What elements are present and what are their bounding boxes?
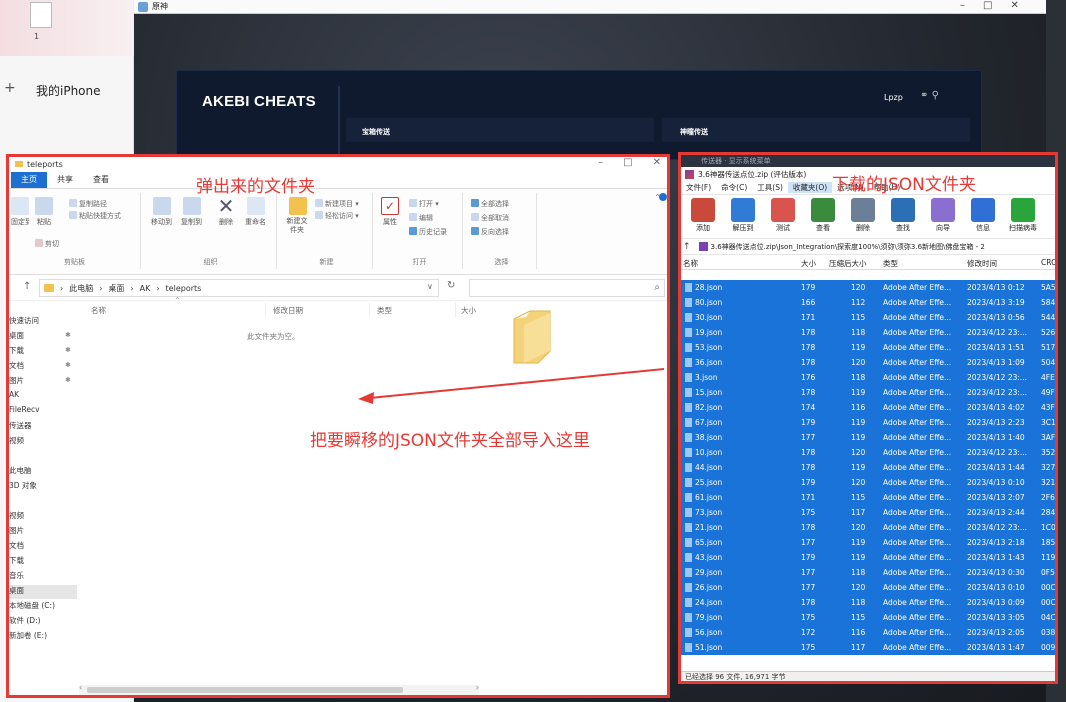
annotation-arrow bbox=[358, 368, 665, 404]
arrow-head bbox=[358, 392, 374, 404]
arrow-shaft bbox=[369, 368, 665, 399]
